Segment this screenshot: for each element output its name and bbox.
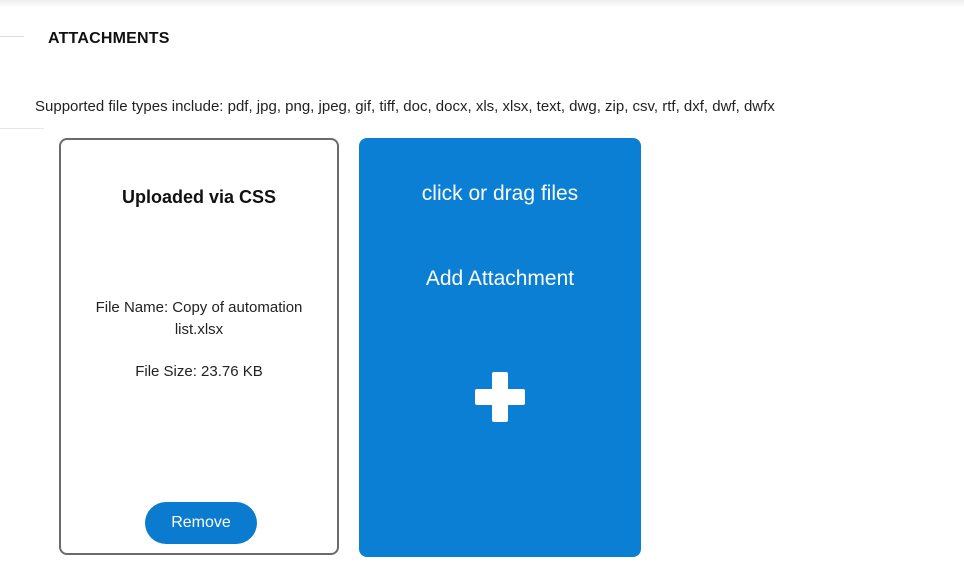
supported-file-types: Supported file types include: pdf, jpg, … bbox=[35, 98, 775, 115]
divider bbox=[0, 36, 24, 37]
plus-icon bbox=[475, 372, 525, 422]
remove-button[interactable]: Remove bbox=[145, 502, 257, 544]
attachment-card: Uploaded via CSS File Name: Copy of auto… bbox=[59, 138, 339, 555]
file-name: File Name: Copy of automation list.xlsx bbox=[95, 299, 303, 338]
attachments-page: ATTACHMENTS Supported file types include… bbox=[0, 0, 964, 576]
add-attachment-label: Add Attachment bbox=[425, 267, 575, 290]
attachment-title: Uploaded via CSS bbox=[121, 187, 277, 207]
dropzone-hint: click or drag files bbox=[421, 182, 579, 205]
file-size: File Size: 23.76 KB bbox=[135, 363, 263, 380]
top-shadow bbox=[0, 0, 964, 8]
add-attachment-dropzone[interactable]: click or drag files Add Attachment bbox=[359, 138, 641, 557]
divider bbox=[0, 128, 44, 129]
section-title: ATTACHMENTS bbox=[48, 30, 170, 47]
plus-icon-vertical-bar bbox=[492, 372, 508, 422]
